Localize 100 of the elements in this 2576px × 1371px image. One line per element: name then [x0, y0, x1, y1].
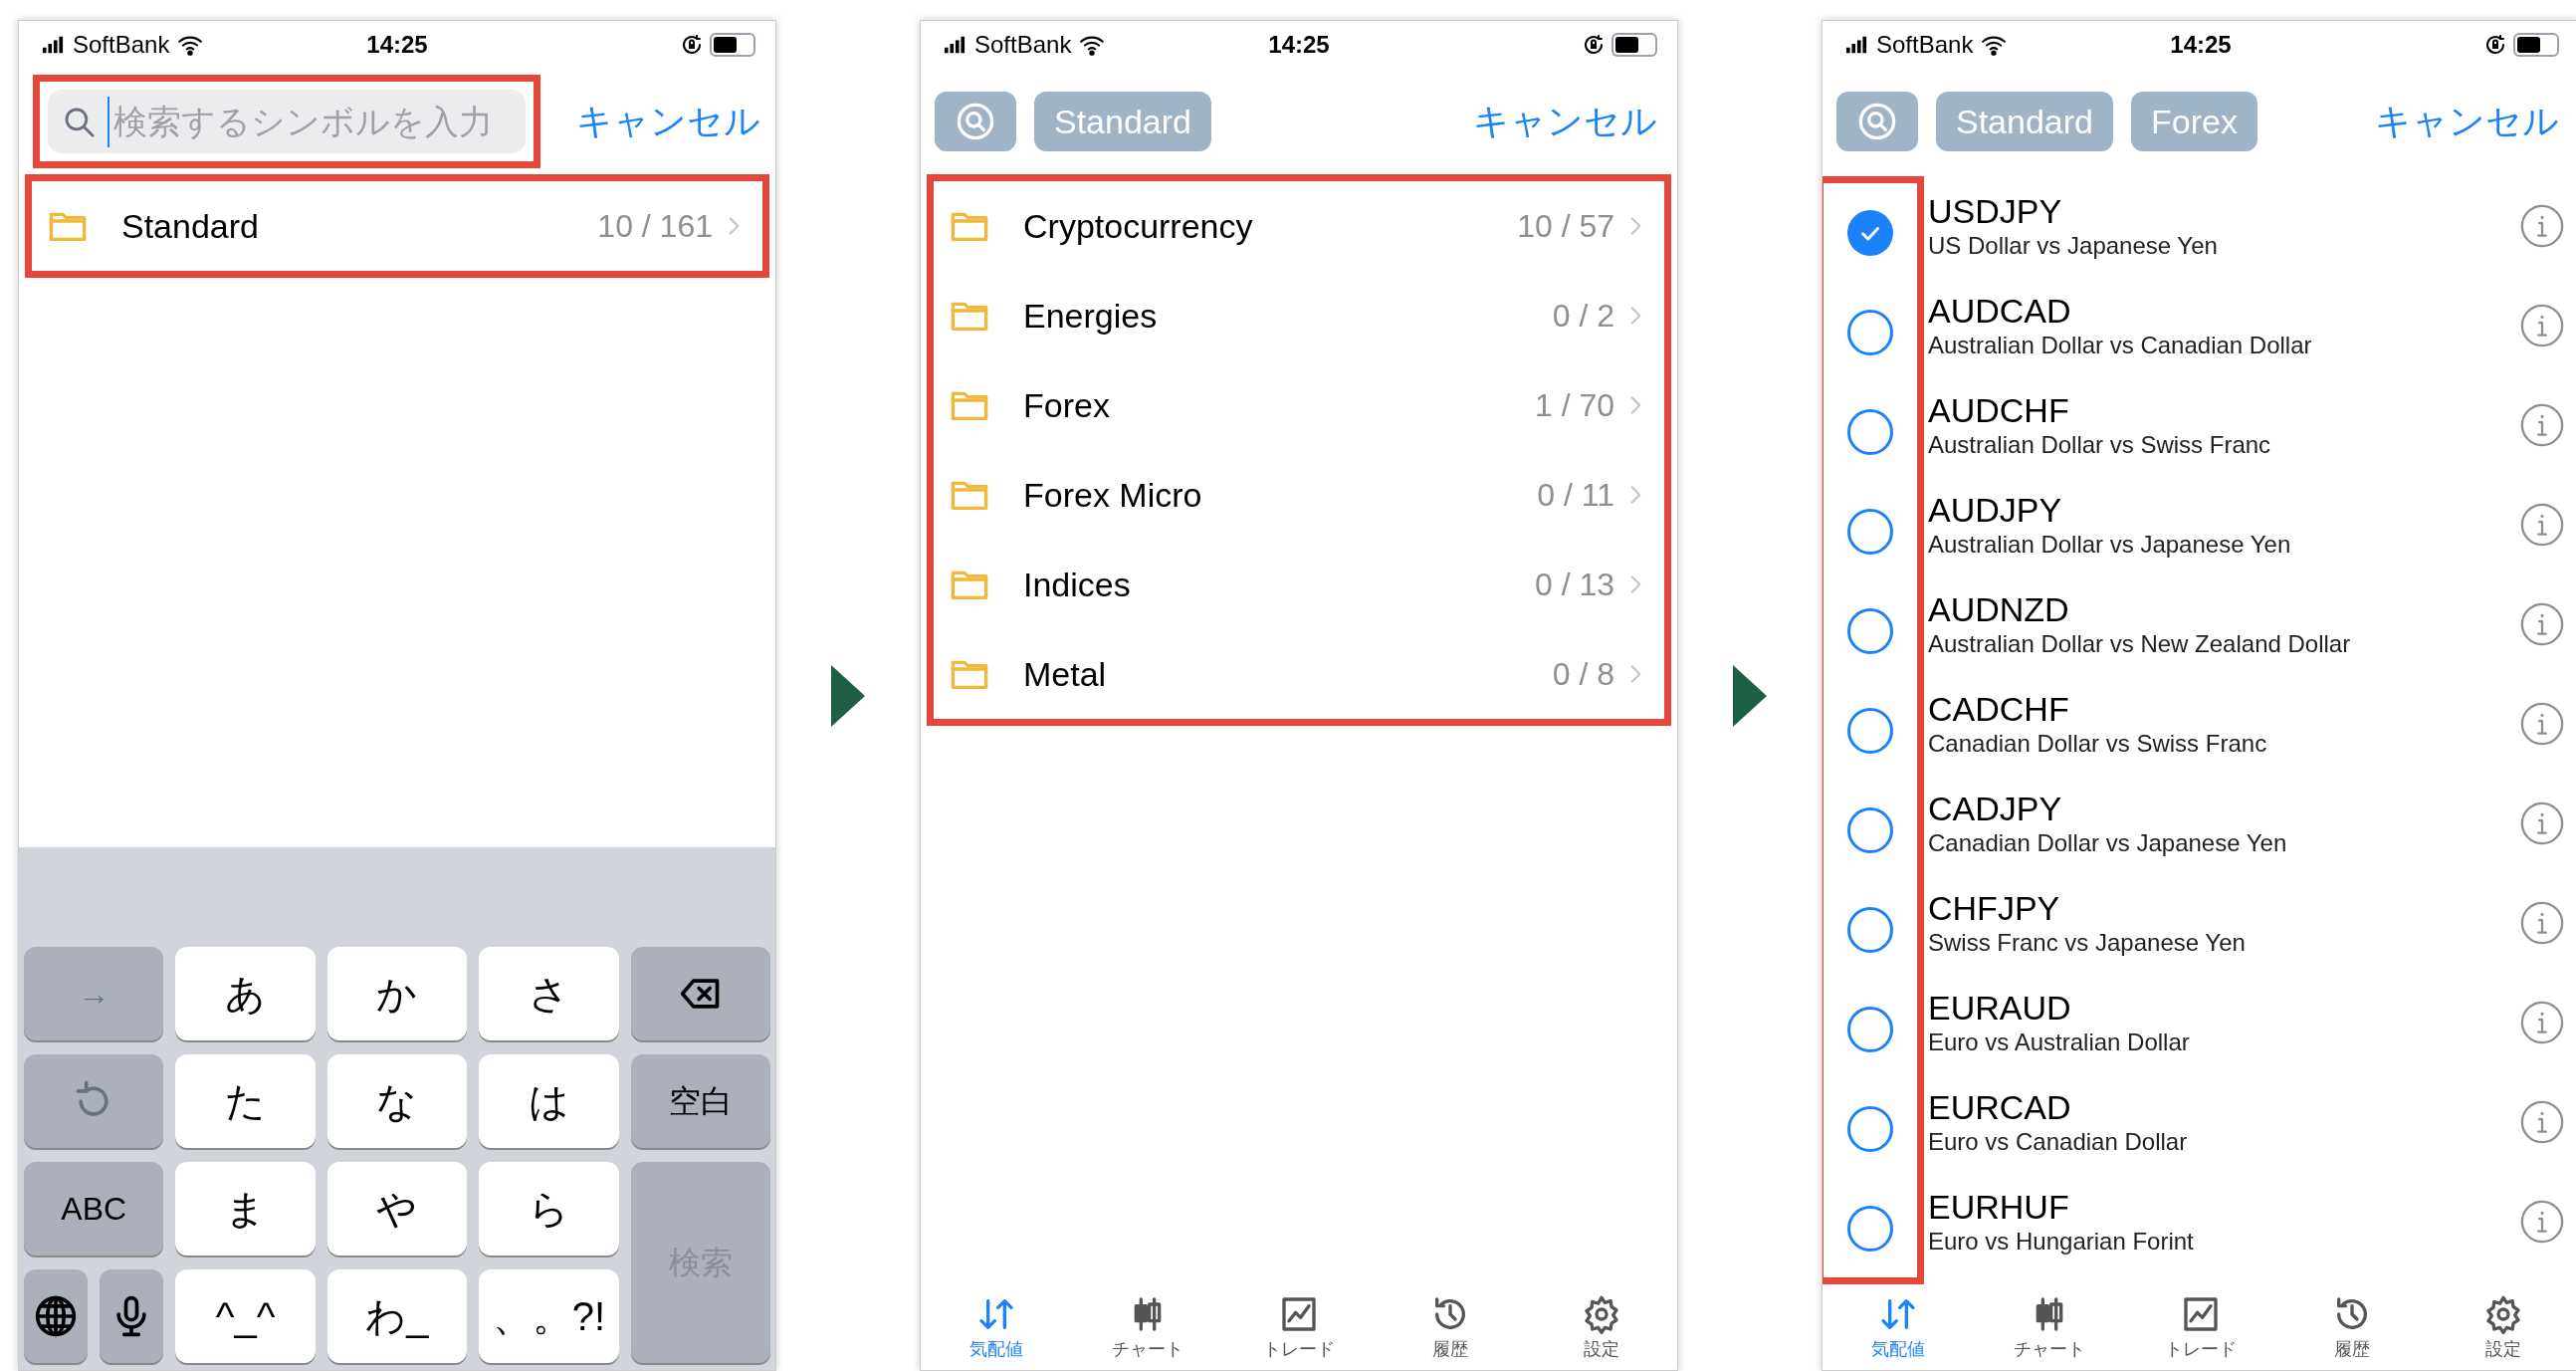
checkbox[interactable] [1847, 807, 1893, 853]
symbol-name: AUDNZD [1928, 589, 2070, 629]
keyboard-key[interactable]: ABC [24, 1162, 164, 1256]
keyboard-key[interactable]: さ [479, 947, 619, 1040]
tab-item[interactable]: トレード [1239, 1294, 1359, 1362]
info-icon[interactable] [2519, 1199, 2565, 1245]
keyboard-key[interactable]: 空白 [630, 1054, 770, 1148]
keyboard-key[interactable] [24, 1269, 89, 1363]
symbol-name: AUDCHF [1928, 390, 2070, 430]
clock-time: 14:25 [366, 30, 428, 60]
line-chart-icon [2181, 1294, 2221, 1334]
search-field[interactable]: 検索するシンボルを入力 [48, 90, 526, 153]
step-arrow-icon [1733, 664, 1767, 727]
search-icon [956, 102, 995, 141]
keyboard-key[interactable] [100, 1269, 164, 1363]
symbol-description: Australian Dollar vs New Zealand Dollar [1928, 629, 2352, 659]
symbol-description: Euro vs Australian Dollar [1928, 1028, 2191, 1057]
symbol-description: Australian Dollar vs Japanese Yen [1928, 530, 2292, 560]
folder-row[interactable]: Cryptocurrency 10 / 57 [934, 181, 1664, 271]
symbol-name: EURAUD [1928, 988, 2072, 1028]
folder-name: Standard [121, 205, 259, 247]
cancel-link[interactable]: キャンセル [2375, 95, 2565, 148]
keyboard-key[interactable]: ^_^ [175, 1269, 316, 1363]
keyboard-key[interactable]: は [479, 1054, 619, 1148]
folder-row[interactable]: Energies 0 / 2 [934, 271, 1664, 360]
clock-time: 14:25 [1268, 30, 1330, 60]
symbol-name: AUDCAD [1928, 291, 2072, 331]
keyboard-key[interactable]: や [326, 1162, 468, 1256]
keyboard-key[interactable]: た [175, 1054, 316, 1148]
info-icon[interactable] [2519, 303, 2565, 348]
checkbox[interactable] [1847, 708, 1893, 754]
tab-item[interactable]: チャート [1990, 1294, 2109, 1362]
symbol-description: Euro vs Hungarian Forint [1928, 1227, 2195, 1257]
cancel-link[interactable]: キャンセル [576, 95, 766, 148]
tab-item[interactable]: 履歴 [1391, 1294, 1510, 1362]
folder-name: Indices [1023, 564, 1131, 605]
symbol-name: CADCHF [1928, 689, 2070, 729]
folder-count: 0 / 8 [1552, 655, 1614, 694]
folder-row[interactable]: Metal 0 / 8 [934, 629, 1664, 719]
keyboard-key[interactable]: ま [175, 1162, 316, 1256]
checkbox[interactable] [1847, 310, 1893, 355]
symbol-name: AUDJPY [1928, 490, 2063, 530]
folder-name: Energies [1023, 295, 1158, 337]
battery-icon [710, 33, 755, 57]
symbol-description: Australian Dollar vs Swiss Franc [1928, 430, 2272, 460]
search-icon [1857, 102, 1897, 141]
info-icon[interactable] [2519, 402, 2565, 448]
keyboard-key[interactable]: ら [479, 1162, 619, 1256]
tab-item[interactable]: 履歴 [2292, 1294, 2412, 1362]
tab-item[interactable]: 気配値 [937, 1294, 1056, 1362]
tab-item[interactable]: 設定 [1542, 1294, 1661, 1362]
folder-name: Forex [1023, 384, 1110, 426]
symbol-description: Swiss Franc vs Japanese Yen [1928, 928, 2247, 958]
keyboard-key[interactable]: な [326, 1054, 468, 1148]
tab-item[interactable]: 気配値 [1838, 1294, 1958, 1362]
tab-item[interactable]: 設定 [2444, 1294, 2563, 1362]
keyboard-key[interactable]: わ_ [326, 1269, 468, 1363]
checkbox[interactable] [1847, 1007, 1893, 1052]
tab-item[interactable]: トレード [2141, 1294, 2260, 1362]
folder-row[interactable]: Forex Micro 0 / 11 [934, 450, 1664, 540]
search-chip[interactable] [935, 92, 1016, 151]
tab-item[interactable]: チャート [1088, 1294, 1207, 1362]
folder-count: 10 / 161 [597, 207, 713, 246]
checkbox[interactable] [1847, 907, 1893, 953]
folder-row[interactable]: Forex 1 / 70 [934, 360, 1664, 450]
step-arrow-icon [831, 664, 865, 727]
info-icon[interactable] [2519, 900, 2565, 946]
cancel-link[interactable]: キャンセル [1473, 95, 1663, 148]
symbol-name: USDJPY [1928, 191, 2063, 231]
keyboard-key[interactable]: 、。?! [479, 1269, 619, 1363]
clock-time: 14:25 [2170, 30, 2232, 60]
folder-row[interactable]: Indices 0 / 13 [934, 540, 1664, 629]
folder-count: 0 / 11 [1537, 476, 1614, 515]
info-icon[interactable] [2519, 203, 2565, 249]
keyboard-key[interactable]: か [326, 947, 468, 1040]
checkbox[interactable] [1847, 210, 1893, 256]
info-icon[interactable] [2519, 701, 2565, 747]
carrier-name: SoftBank [73, 30, 170, 60]
checkbox[interactable] [1847, 608, 1893, 654]
info-icon[interactable] [2519, 800, 2565, 846]
checkbox[interactable] [1847, 1106, 1893, 1152]
checkbox[interactable] [1847, 409, 1893, 455]
folder-count: 0 / 13 [1534, 566, 1614, 604]
checkbox[interactable] [1847, 509, 1893, 555]
folder-row[interactable]: Standard 10 / 161 [32, 181, 762, 271]
carrier-name: SoftBank [974, 30, 1072, 60]
keyboard-key[interactable]: あ [175, 947, 316, 1040]
symbol-name: EURCAD [1928, 1087, 2072, 1127]
folder-name: Metal [1023, 653, 1107, 695]
keyboard-key[interactable] [630, 947, 770, 1040]
symbol-description: Australian Dollar vs Canadian Dollar [1928, 331, 2313, 360]
rotation-lock-icon [2483, 33, 2507, 57]
folder-count: 1 / 70 [1534, 386, 1614, 425]
info-icon[interactable] [2519, 601, 2565, 647]
info-icon[interactable] [2519, 502, 2565, 548]
symbol-name: CADJPY [1928, 789, 2063, 828]
info-icon[interactable] [2519, 1099, 2565, 1145]
info-icon[interactable] [2519, 1000, 2565, 1045]
checkbox[interactable] [1847, 1206, 1893, 1252]
search-chip[interactable] [1836, 92, 1918, 151]
